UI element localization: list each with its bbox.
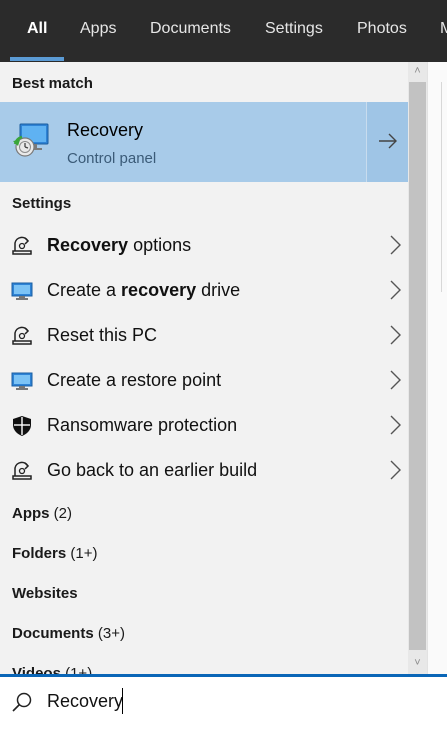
- settings-item-create-recovery-drive[interactable]: Create a recovery drive: [0, 268, 408, 313]
- tab-more[interactable]: M: [440, 0, 447, 62]
- search-filter-tabbar: All Apps Documents Settings Photos M: [0, 0, 447, 62]
- best-match-result[interactable]: Recovery Control panel: [0, 102, 408, 182]
- settings-item-ransomware-protection[interactable]: Ransomware protection: [0, 403, 408, 448]
- best-match-title: Recovery: [67, 120, 144, 140]
- settings-item-label: Reset this PC: [47, 325, 158, 345]
- best-match-subtitle: Control panel: [67, 150, 157, 167]
- settings-item-label: Go back to an earlier build: [47, 460, 258, 480]
- preview-pane-edge: [427, 62, 447, 674]
- open-details-button[interactable]: [366, 102, 408, 182]
- settings-item-label: Create a recovery drive: [47, 280, 241, 300]
- tab-apps[interactable]: Apps: [80, 0, 116, 62]
- tab-all[interactable]: All: [27, 0, 47, 62]
- results-scrollbar[interactable]: ˄ ˅: [408, 62, 427, 674]
- chevron-right-icon: [390, 280, 401, 300]
- recovery-gear-icon: [12, 326, 32, 345]
- recovery-control-panel-icon: [12, 120, 52, 160]
- monitor-icon: [11, 372, 33, 390]
- scroll-up-icon[interactable]: ˄: [408, 62, 427, 80]
- monitor-icon: [11, 282, 33, 300]
- active-tab-indicator: [10, 57, 64, 61]
- recovery-gear-icon: [12, 236, 32, 255]
- results-panel: Best match Recovery Control panel Settin…: [0, 62, 408, 674]
- category-videos[interactable]: Videos (1+): [12, 665, 92, 674]
- chevron-right-icon: [390, 415, 401, 435]
- text-caret: [122, 688, 123, 714]
- category-websites[interactable]: Websites: [12, 585, 78, 602]
- chevron-right-icon: [390, 370, 401, 390]
- chevron-right-icon: [390, 325, 401, 345]
- settings-item-recovery-options[interactable]: Recovery options: [0, 223, 408, 268]
- category-documents[interactable]: Documents (3+): [12, 625, 125, 642]
- settings-header: Settings: [12, 195, 72, 212]
- category-folders[interactable]: Folders (1+): [12, 545, 97, 562]
- recovery-gear-icon: [12, 461, 32, 480]
- tab-documents[interactable]: Documents: [150, 0, 231, 62]
- settings-item-reset-this-pc[interactable]: Reset this PC: [0, 313, 408, 358]
- chevron-right-icon: [390, 235, 401, 255]
- tab-photos[interactable]: Photos: [357, 0, 407, 62]
- settings-item-label: Recovery options: [47, 235, 192, 255]
- search-input[interactable]: Recovery: [47, 691, 123, 712]
- settings-item-label: Create a restore point: [47, 370, 222, 390]
- shield-icon: [13, 416, 31, 436]
- arrow-right-icon: [379, 133, 397, 149]
- search-icon: [12, 692, 32, 712]
- search-box[interactable]: Recovery: [0, 674, 447, 729]
- scroll-thumb[interactable]: [409, 82, 426, 650]
- category-apps[interactable]: Apps (2): [12, 505, 72, 522]
- best-match-header: Best match: [12, 75, 93, 92]
- settings-item-go-back-earlier-build[interactable]: Go back to an earlier build: [0, 448, 408, 493]
- settings-item-create-restore-point[interactable]: Create a restore point: [0, 358, 408, 403]
- chevron-right-icon: [390, 460, 401, 480]
- settings-item-label: Ransomware protection: [47, 415, 238, 435]
- tab-settings[interactable]: Settings: [265, 0, 323, 62]
- scroll-down-icon[interactable]: ˅: [408, 654, 427, 672]
